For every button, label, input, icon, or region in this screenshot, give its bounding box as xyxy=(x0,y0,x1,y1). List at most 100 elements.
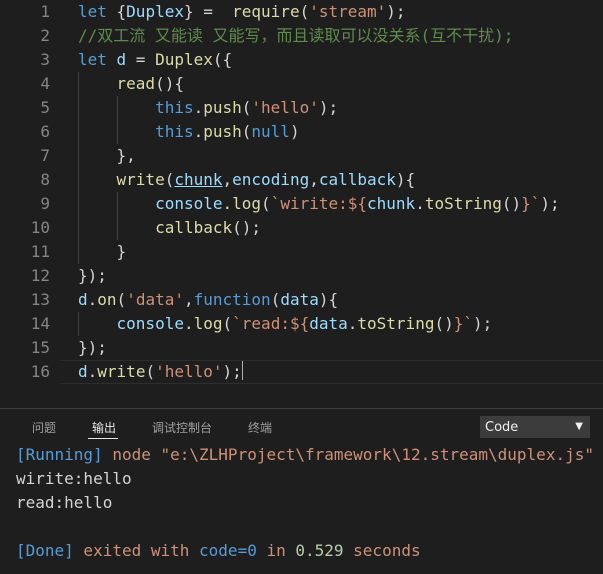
code-token: `wirite:${ xyxy=(270,194,368,213)
code-line[interactable]: 5 this.push('hello'); xyxy=(0,96,603,120)
code-token: ){ xyxy=(318,290,339,309)
code-token: (){ xyxy=(155,74,184,93)
code-text: d.on('data',function(data){ xyxy=(78,288,338,312)
code-text: }, xyxy=(78,144,136,168)
code-line[interactable]: 13 d.on('data',function(data){ xyxy=(0,288,603,312)
code-token: ); xyxy=(318,98,339,117)
code-token: ); xyxy=(386,2,406,21)
code-token: }` xyxy=(521,194,541,213)
code-token: ( xyxy=(222,314,233,333)
code-token: { xyxy=(116,2,127,21)
code-token: toString xyxy=(424,194,502,213)
line-number: 12 xyxy=(30,266,50,285)
code-token: 'hello' xyxy=(251,98,319,117)
panel-tabs: 问题 输出 调试控制台 终端 Code ▼ xyxy=(0,409,603,443)
code-token: read xyxy=(116,74,156,93)
code-text: d.write('hello'); xyxy=(78,360,243,384)
code-editor[interactable]: 1 let {Duplex} = require('stream'); 2//双工流… xyxy=(0,0,603,388)
code-token: write xyxy=(97,362,146,381)
code-token: Duplex xyxy=(155,50,213,69)
code-text: this.push('hello'); xyxy=(78,96,338,120)
tab-terminal[interactable]: 终端 xyxy=(248,419,272,436)
code-token: this xyxy=(155,122,194,141)
code-token: function xyxy=(193,290,271,309)
code-token: d xyxy=(116,50,127,69)
running-tag: [Running] xyxy=(16,445,103,464)
code-token: }); xyxy=(78,266,107,285)
line-number: 4 xyxy=(40,74,50,93)
line-number: 16 xyxy=(30,362,50,381)
code-text: read(){ xyxy=(78,72,184,96)
line-number: 3 xyxy=(40,50,50,69)
code-text: callback(); xyxy=(78,216,261,240)
line-number: 11 xyxy=(30,242,50,261)
code-token: }, xyxy=(78,146,136,165)
code-line[interactable]: 11 } xyxy=(0,240,603,264)
code-token: 'hello' xyxy=(155,362,223,381)
line-number: 2 xyxy=(40,26,50,45)
output-channel-value: Code xyxy=(485,420,519,435)
code-token: ( xyxy=(241,98,252,117)
output-done-line: [Done] exited with code=0 in 0.529 secon… xyxy=(16,539,421,563)
code-token: log xyxy=(232,194,262,213)
code-line[interactable]: 3 let d = Duplex({ xyxy=(0,48,603,72)
code-line[interactable]: 14 console.log(`read:${data.toString()}`… xyxy=(0,312,603,336)
code-line[interactable]: 12}); xyxy=(0,264,603,288)
code-line[interactable]: 1 let {Duplex} = require('stream'); xyxy=(0,0,603,24)
code-line[interactable]: 2 //双工流 又能读 又能写，而且读取可以没关系(互不干扰); xyxy=(0,24,603,48)
code-token: encoding xyxy=(232,170,310,189)
code-token: } xyxy=(78,242,127,261)
line-number: 5 xyxy=(40,98,50,117)
code-token: d xyxy=(78,362,88,381)
code-token: . xyxy=(87,290,98,309)
code-token: console xyxy=(116,314,184,333)
code-token: null xyxy=(251,122,290,141)
code-token: ({ xyxy=(212,50,233,69)
code-token: (); xyxy=(232,218,262,237)
code-line[interactable]: 16 d.write('hello'); xyxy=(0,360,603,384)
code-token: this xyxy=(155,98,194,117)
line-number: 1 xyxy=(40,2,50,21)
output-channel-select[interactable]: Code ▼ xyxy=(480,416,590,438)
code-token: , xyxy=(183,290,194,309)
code-line[interactable]: 15}); xyxy=(0,336,603,360)
code-token: ( xyxy=(299,2,310,21)
code-token: . xyxy=(87,362,98,381)
code-line[interactable]: 9 console.log(`wirite:${chunk.toString()… xyxy=(0,192,603,216)
code-token: chunk xyxy=(367,194,416,213)
run-command: node "e:\ZLHProject\framework\12.stream\… xyxy=(102,445,594,464)
code-token: push xyxy=(203,98,242,117)
code-token: . xyxy=(347,314,358,333)
code-text: }); xyxy=(78,336,107,360)
code-text: console.log(`read:${data.toString()}`); xyxy=(78,312,493,336)
tab-output[interactable]: 输出 xyxy=(92,419,116,436)
code-token: ( xyxy=(145,362,156,381)
code-token: on xyxy=(97,290,117,309)
output-line: wirite:hello xyxy=(16,469,132,488)
code-token: ); xyxy=(222,362,242,381)
text-cursor xyxy=(241,361,243,380)
code-token: Duplex xyxy=(126,2,184,21)
code-token: ( xyxy=(261,194,271,213)
code-line[interactable]: 7 }, xyxy=(0,144,603,168)
code-token: ( xyxy=(241,122,252,141)
code-token: }); xyxy=(78,338,107,357)
tab-problems[interactable]: 问题 xyxy=(32,419,56,436)
code-token: ) xyxy=(289,122,300,141)
code-line[interactable]: 4 read(){ xyxy=(0,72,603,96)
code-line[interactable]: 8 write(chunk,encoding,callback){ xyxy=(0,168,603,192)
code-line[interactable]: 10 callback(); xyxy=(0,216,603,240)
elapsed-seconds: 0.529 xyxy=(295,541,344,560)
line-number: 7 xyxy=(40,146,50,165)
code-token: console xyxy=(155,194,223,213)
code-token: chunk xyxy=(174,170,223,189)
code-token: 'stream' xyxy=(309,2,387,21)
line-number: 8 xyxy=(40,170,50,189)
tab-debug-console[interactable]: 调试控制台 xyxy=(152,419,212,436)
exit-code: code=0 xyxy=(199,541,257,560)
code-token: . xyxy=(183,314,194,333)
code-line[interactable]: 6 this.push(null) xyxy=(0,120,603,144)
